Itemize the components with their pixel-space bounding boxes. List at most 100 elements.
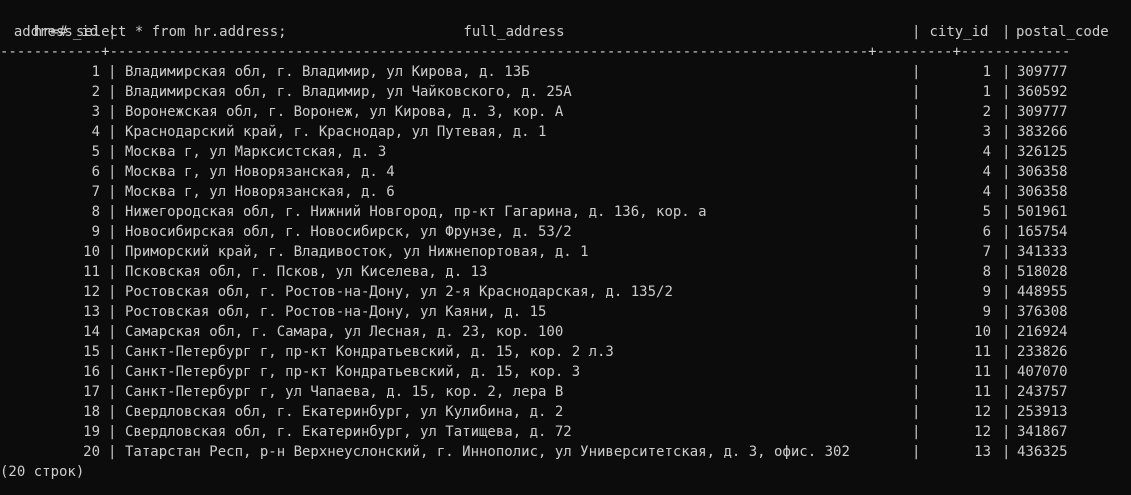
cell-postal-code: 216924 xyxy=(1017,324,1068,340)
column-separator: | xyxy=(108,84,117,100)
column-separator: | xyxy=(1002,224,1011,240)
column-separator: | xyxy=(108,364,117,380)
column-separator: | xyxy=(1002,284,1011,300)
cell-city-id: 13 xyxy=(974,444,991,460)
cell-full-address: Москва г, ул Новорязанская, д. 4 xyxy=(125,164,395,180)
row-count-footer: (20 строк) xyxy=(0,464,85,480)
cell-address-id: 2 xyxy=(91,84,100,100)
column-separator: | xyxy=(1002,444,1011,460)
table-row: 2 | Владимирская обл, г. Владимир, ул Чайк… xyxy=(0,82,1131,102)
cell-city-id: 2 xyxy=(982,104,991,120)
column-separator: | xyxy=(1002,344,1011,360)
terminal-window[interactable]: hr=# select * from hr.address; address_i… xyxy=(0,0,1131,495)
cell-address-id: 11 xyxy=(83,264,100,280)
column-separator: | xyxy=(1002,24,1011,40)
column-separator: | xyxy=(108,344,117,360)
column-separator: | xyxy=(1002,244,1011,260)
cell-address-id: 20 xyxy=(83,444,100,460)
cell-full-address: Владимирская обл, г. Владимир, ул Кирова… xyxy=(125,64,530,80)
table-row: 6 | Москва г, ул Новорязанская, д. 4 | 4 | 306… xyxy=(0,162,1131,182)
column-separator: | xyxy=(1002,304,1011,320)
cell-city-id: 12 xyxy=(974,404,991,420)
column-separator: | xyxy=(1002,324,1011,340)
cell-postal-code: 501961 xyxy=(1017,204,1068,220)
column-separator: | xyxy=(108,124,117,140)
column-separator: | xyxy=(108,24,117,40)
cell-city-id: 11 xyxy=(974,364,991,380)
cell-city-id: 3 xyxy=(982,124,991,140)
cell-address-id: 5 xyxy=(91,144,100,160)
column-separator: | xyxy=(1002,164,1011,180)
cell-address-id: 1 xyxy=(91,64,100,80)
cell-city-id: 4 xyxy=(982,144,991,160)
cell-full-address: Свердловская обл, г. Екатеринбург, ул Ку… xyxy=(125,404,564,420)
cell-city-id: 9 xyxy=(982,304,991,320)
table-row: 15 | Санкт-Петербург г, пр-кт Кондратьевск… xyxy=(0,342,1131,362)
cell-full-address: Приморский край, г. Владивосток, ул Нижн… xyxy=(125,244,589,260)
table-row: 4 | Краснодарский край, г. Краснодар, ул П… xyxy=(0,122,1131,142)
table-row: 12 | Ростовская обл, г. Ростов-на-Дону, ул… xyxy=(0,282,1131,302)
table-row: 14 | Самарская обл, г. Самара, ул Лесная, … xyxy=(0,322,1131,342)
column-separator: | xyxy=(108,424,117,440)
table-row: 7 | Москва г, ул Новорязанская, д. 6 | 4 | 306… xyxy=(0,182,1131,202)
cell-postal-code: 407070 xyxy=(1017,364,1068,380)
column-separator: | xyxy=(108,104,117,120)
cell-city-id: 8 xyxy=(982,264,991,280)
table-row: 16 | Санкт-Петербург г, пр-кт Кондратьевск… xyxy=(0,362,1131,382)
cell-city-id: 11 xyxy=(974,344,991,360)
column-separator: | xyxy=(1002,124,1011,140)
column-separator: | xyxy=(1002,264,1011,280)
cell-full-address: Псковская обл, г. Псков, ул Киселева, д.… xyxy=(125,264,488,280)
command-line: hr=# select * from hr.address; xyxy=(0,2,1131,40)
cell-full-address: Новосибирская обл, г. Новосибирск, ул Фр… xyxy=(125,224,572,240)
column-separator: | xyxy=(108,204,117,220)
column-separator: | xyxy=(108,284,117,300)
cell-full-address: Татарстан Респ, р-н Верхнеуслонский, г. … xyxy=(125,444,850,460)
column-separator: | xyxy=(1002,204,1011,220)
cell-city-id: 1 xyxy=(982,84,991,100)
cell-address-id: 15 xyxy=(83,344,100,360)
table-row: 3 | Воронежская обл, г. Воронеж, ул Кирова… xyxy=(0,102,1131,122)
cell-postal-code: 341333 xyxy=(1017,244,1068,260)
cell-full-address: Москва г, ул Новорязанская, д. 6 xyxy=(125,184,395,200)
column-separator: | xyxy=(108,164,117,180)
cell-postal-code: 360592 xyxy=(1017,84,1068,100)
cell-city-id: 9 xyxy=(982,284,991,300)
table-row: 1 | Владимирская обл, г. Владимир, ул Киро… xyxy=(0,62,1131,82)
cell-postal-code: 309777 xyxy=(1017,104,1068,120)
column-separator: | xyxy=(1002,364,1011,380)
cell-address-id: 13 xyxy=(83,304,100,320)
cell-postal-code: 448955 xyxy=(1017,284,1068,300)
column-separator: | xyxy=(1002,64,1011,80)
cell-postal-code: 233826 xyxy=(1017,344,1068,360)
cell-full-address: Санкт-Петербург г, ул Чапаева, д. 15, ко… xyxy=(125,384,564,400)
column-separator: | xyxy=(1002,184,1011,200)
column-separator: | xyxy=(108,304,117,320)
table-row: 19 | Свердловская обл, г. Екатеринбург, ул… xyxy=(0,422,1131,442)
header-address-id: address_id xyxy=(13,24,99,40)
cell-postal-code: 518028 xyxy=(1017,264,1068,280)
table-row: 17 | Санкт-Петербург г, ул Чапаева, д. 15,… xyxy=(0,382,1131,402)
cell-address-id: 14 xyxy=(83,324,100,340)
cell-address-id: 18 xyxy=(83,404,100,420)
cell-postal-code: 253913 xyxy=(1017,404,1068,420)
cell-full-address: Санкт-Петербург г, пр-кт Кондратьевский,… xyxy=(125,344,614,360)
cell-city-id: 5 xyxy=(982,204,991,220)
table-row: 13 | Ростовская обл, г. Ростов-на-Дону, ул… xyxy=(0,302,1131,322)
column-separator: | xyxy=(108,244,117,260)
cell-address-id: 12 xyxy=(83,284,100,300)
cell-city-id: 1 xyxy=(982,64,991,80)
column-separator: | xyxy=(108,444,117,460)
table-row: 5 | Москва г, ул Марксистская, д. 3 | 4 | 3261… xyxy=(0,142,1131,162)
cell-address-id: 8 xyxy=(91,204,100,220)
cell-city-id: 12 xyxy=(974,424,991,440)
cell-postal-code: 326125 xyxy=(1017,144,1068,160)
cell-address-id: 7 xyxy=(91,184,100,200)
table-row: 9 | Новосибирская обл, г. Новосибирск, ул … xyxy=(0,222,1131,242)
column-separator: | xyxy=(1002,84,1011,100)
cell-postal-code: 306358 xyxy=(1017,164,1068,180)
cell-postal-code: 243757 xyxy=(1017,384,1068,400)
header-city-id: city_id xyxy=(929,24,989,40)
cell-full-address: Воронежская обл, г. Воронеж, ул Кирова, … xyxy=(125,104,564,120)
column-separator: | xyxy=(108,404,117,420)
